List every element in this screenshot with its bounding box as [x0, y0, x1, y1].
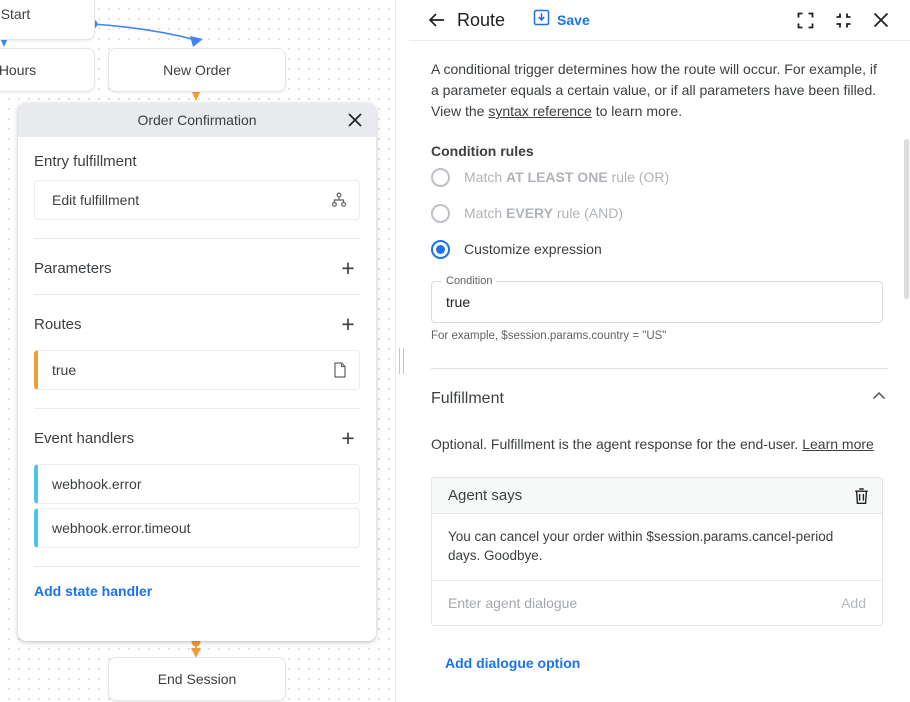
radio-option-label: Customize expression	[464, 241, 602, 257]
app-root: Start Hours New Order End Session Order …	[0, 0, 910, 702]
chevron-up-icon[interactable]	[870, 387, 888, 410]
radio-option-label: Match EVERY rule (AND)	[464, 205, 623, 221]
radio-option-customize-expression[interactable]: Customize expression	[431, 231, 888, 267]
routes-label: Routes	[34, 316, 82, 333]
fulfillment-section: Fulfillment Optional. Fulfillment is the…	[409, 369, 910, 673]
route-panel-header: Route Save	[409, 0, 910, 41]
page-title: Order Confirmation	[137, 112, 256, 128]
radio-icon	[431, 168, 450, 187]
condition-input-field[interactable]: Condition true	[431, 281, 883, 323]
agent-dialogue-input-placeholder[interactable]: Enter agent dialogue	[448, 595, 841, 611]
fulfillment-description: Optional. Fulfillment is the agent respo…	[431, 434, 881, 455]
event-handler-item[interactable]: webhook.error	[34, 464, 360, 504]
parameters-section-row: Parameters +	[34, 239, 360, 294]
label-prefix: Match	[464, 205, 506, 221]
flow-node-new-order-label: New Order	[163, 62, 231, 78]
flow-node-end-session[interactable]: End Session	[108, 657, 286, 701]
condition-input-value: true	[446, 294, 470, 310]
label-strong: AT LEAST ONE	[506, 169, 608, 185]
radio-option-label: Match AT LEAST ONE rule (OR)	[464, 169, 669, 185]
trash-icon[interactable]	[853, 487, 870, 505]
route-item[interactable]: true	[34, 350, 360, 390]
page-detail-header: Order Confirmation	[18, 103, 376, 137]
event-handlers-section-row: Event handlers +	[34, 409, 360, 464]
page-detail-card: Order Confirmation Entry fulfillment Edi…	[18, 103, 376, 641]
agent-says-title: Agent says	[448, 487, 853, 504]
fulfillment-desc-text: Optional. Fulfillment is the agent respo…	[431, 436, 802, 452]
radio-icon	[431, 204, 450, 223]
syntax-reference-link[interactable]: syntax reference	[488, 103, 592, 119]
flow-node-new-order[interactable]: New Order	[108, 48, 286, 92]
intro-text-after: to learn more.	[592, 103, 682, 119]
save-icon	[533, 9, 550, 31]
fulfillment-heading: Fulfillment	[431, 390, 870, 408]
flow-node-end-session-label: End Session	[158, 671, 237, 687]
agent-says-header: Agent says	[432, 478, 882, 514]
page-icon	[333, 362, 347, 378]
add-parameter-plus-icon[interactable]: +	[336, 257, 360, 280]
event-handler-item-label: webhook.error.timeout	[52, 520, 347, 536]
save-button-label: Save	[557, 12, 590, 28]
label-suffix: rule (AND)	[553, 205, 623, 221]
panel-splitter[interactable]	[395, 0, 409, 702]
parameters-label: Parameters	[34, 260, 112, 277]
label-strong: EVERY	[506, 205, 553, 221]
fulfillment-header[interactable]: Fulfillment	[431, 387, 888, 410]
route-panel: Route Save	[409, 0, 910, 702]
radio-icon-selected	[431, 240, 450, 259]
condition-field-help: For example, $session.params.country = "…	[431, 330, 888, 342]
radio-option-match-at-least-one[interactable]: Match AT LEAST ONE rule (OR)	[431, 159, 888, 195]
add-state-handler-link[interactable]: Add state handler	[34, 567, 152, 615]
add-dialogue-option-link[interactable]: Add dialogue option	[445, 655, 580, 671]
route-intro-text: A conditional trigger determines how the…	[431, 59, 886, 122]
event-handlers-label: Event handlers	[34, 430, 134, 447]
agent-says-card: Agent says You can cancel your order wit…	[431, 477, 883, 626]
page-detail-body: Entry fulfillment Edit fulfillment Param…	[18, 137, 376, 641]
account-tree-icon	[331, 192, 347, 208]
route-item-label: true	[52, 362, 333, 378]
flow-node-hours-label: Hours	[0, 62, 36, 78]
route-panel-scroll[interactable]: A conditional trigger determines how the…	[409, 41, 910, 702]
route-panel-title: Route	[457, 10, 505, 31]
save-button[interactable]: Save	[533, 9, 590, 31]
flow-node-start[interactable]: Start	[0, 0, 95, 40]
close-icon[interactable]	[866, 5, 896, 35]
section-divider	[431, 368, 888, 369]
condition-rules-heading: Condition rules	[431, 143, 888, 159]
add-dialogue-button[interactable]: Add	[841, 595, 866, 611]
fullscreen-icon[interactable]	[790, 5, 820, 35]
learn-more-link[interactable]: Learn more	[802, 436, 874, 452]
routes-section-row: Routes +	[34, 295, 360, 350]
flow-canvas[interactable]: Start Hours New Order End Session Order …	[0, 0, 395, 702]
add-route-plus-icon[interactable]: +	[336, 313, 360, 336]
flow-node-start-label: Start	[1, 6, 35, 22]
condition-section: A conditional trigger determines how the…	[409, 41, 910, 369]
flow-node-hours[interactable]: Hours	[0, 48, 95, 92]
entry-fulfillment-label: Entry fulfillment	[34, 137, 360, 180]
agent-dialogue-input-row[interactable]: Enter agent dialogue Add	[432, 581, 882, 625]
label-suffix: rule (OR)	[608, 169, 669, 185]
event-handler-item[interactable]: webhook.error.timeout	[34, 508, 360, 548]
splitter-grip-handle[interactable]	[398, 348, 406, 374]
condition-scrollbar[interactable]	[904, 139, 909, 299]
event-handler-item-label: webhook.error	[52, 476, 347, 492]
condition-field-legend: Condition	[442, 275, 496, 287]
add-event-handler-plus-icon[interactable]: +	[336, 427, 360, 450]
arrow-back-icon[interactable]	[423, 6, 451, 34]
edit-fulfillment-label: Edit fulfillment	[52, 192, 331, 208]
radio-option-match-every[interactable]: Match EVERY rule (AND)	[431, 195, 888, 231]
close-icon[interactable]	[344, 109, 366, 131]
fullscreen-exit-icon[interactable]	[828, 5, 858, 35]
label-prefix: Match	[464, 169, 506, 185]
edit-fulfillment-item[interactable]: Edit fulfillment	[34, 180, 360, 220]
agent-says-message[interactable]: You can cancel your order within $sessio…	[432, 514, 882, 581]
